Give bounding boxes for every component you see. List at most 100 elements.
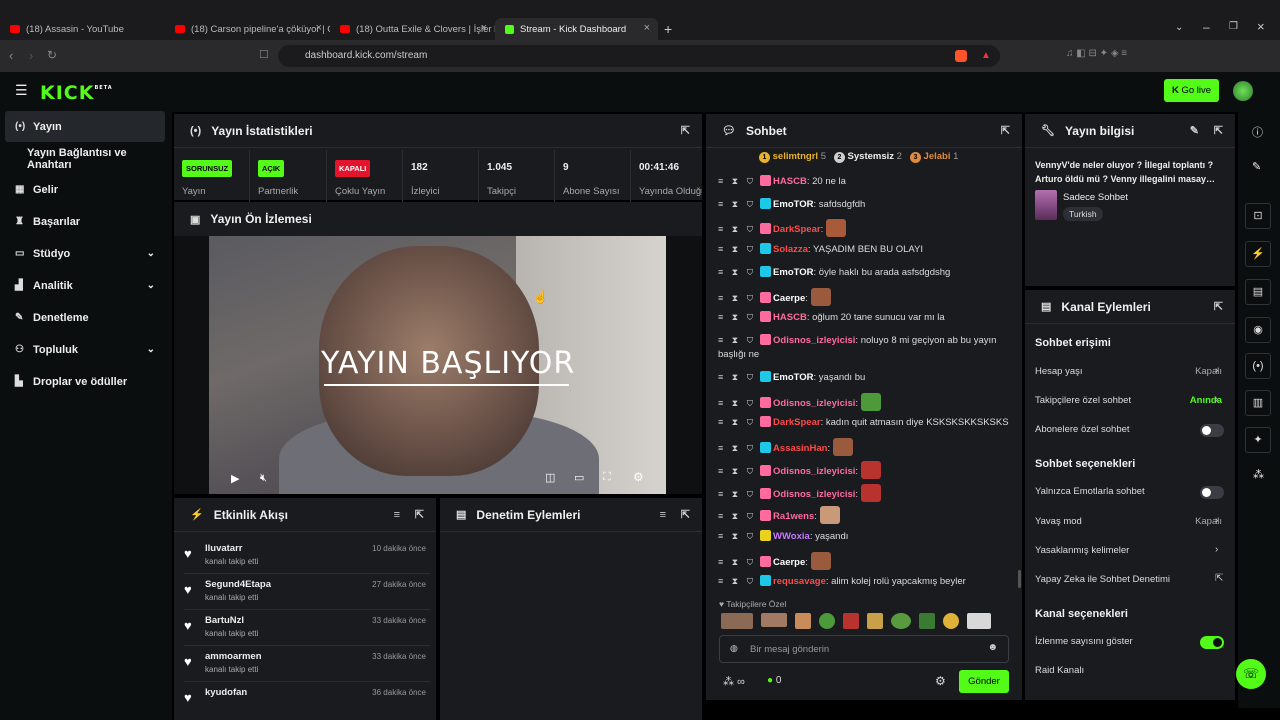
mod-tools-icon[interactable]: ≡ ⧗ ⛉ xyxy=(718,398,756,408)
settings-icon[interactable]: ⚙ xyxy=(633,470,644,484)
chat-username[interactable]: Solazza xyxy=(773,244,808,255)
sidebar-item-studio[interactable]: ▭ Stüdyo ⌄ xyxy=(5,238,165,269)
mod-tools-icon[interactable]: ≡ ⧗ ⛉ xyxy=(718,199,756,209)
mod-tools-icon[interactable]: ≡ ⧗ ⛉ xyxy=(718,267,756,277)
emote[interactable] xyxy=(967,613,991,629)
popout-icon[interactable]: ⇱ xyxy=(681,508,690,521)
rail-button-chat[interactable]: ◉ xyxy=(1245,317,1271,343)
banned-words-label[interactable]: Yasaklanmış kelimeler xyxy=(1035,545,1129,556)
mod-tools-icon[interactable]: ≡ ⧗ ⛉ xyxy=(718,531,756,541)
edit-icon[interactable]: ✎ xyxy=(1252,160,1261,173)
minimize-icon[interactable]: – xyxy=(1203,20,1210,34)
sidebar-item-analytics[interactable]: ▟ Analitik ⌄ xyxy=(5,270,165,301)
close-icon[interactable]: × xyxy=(316,22,322,34)
mod-tools-icon[interactable]: ≡ ⧗ ⛉ xyxy=(718,443,756,453)
rail-button-moderation[interactable]: ▤ xyxy=(1245,279,1271,305)
emote[interactable] xyxy=(891,613,911,629)
mod-tools-icon[interactable]: ≡ ⧗ ⛉ xyxy=(718,576,756,586)
chat-username[interactable]: DarkSpear xyxy=(773,417,821,428)
chat-username[interactable]: AssasinHan xyxy=(773,443,827,454)
chat-username[interactable]: Odisnos_izleyicisi xyxy=(773,489,855,500)
chat-settings-icon[interactable]: ⚙ xyxy=(935,674,946,688)
emote[interactable] xyxy=(943,613,959,629)
mod-tools-icon[interactable]: ≡ ⧗ ⛉ xyxy=(718,244,756,254)
chat-emote[interactable] xyxy=(860,393,881,411)
emote[interactable] xyxy=(721,613,753,629)
popout-icon[interactable]: ⇱ xyxy=(1214,300,1223,313)
emote[interactable] xyxy=(795,613,811,629)
mod-tools-icon[interactable]: ≡ ⧗ ⛉ xyxy=(718,557,756,567)
show-viewers-toggle[interactable] xyxy=(1200,636,1224,649)
chevron-right-icon[interactable]: › xyxy=(1215,394,1218,405)
account-age-label[interactable]: Hesap yaşı xyxy=(1035,366,1083,377)
mod-tools-icon[interactable]: ≡ ⧗ ⛉ xyxy=(718,312,756,322)
mute-icon[interactable]: 🔇︎ xyxy=(260,472,267,485)
mod-tools-icon[interactable]: ≡ ⧗ ⛉ xyxy=(718,224,756,234)
browser-tab-active[interactable]: Stream - Kick Dashboard × xyxy=(495,18,658,40)
filter-icon[interactable]: ≡ xyxy=(394,509,400,521)
window-close-icon[interactable]: × xyxy=(1257,19,1265,34)
chat-username[interactable]: Odisnos_izleyicisi xyxy=(773,398,855,409)
chat-emote[interactable] xyxy=(819,506,840,524)
popout-icon[interactable]: ⇱ xyxy=(1214,124,1223,137)
emote[interactable] xyxy=(843,613,859,629)
emote[interactable] xyxy=(819,613,835,629)
emote[interactable] xyxy=(867,613,883,629)
chat-username[interactable]: Odisnos_izleyicisi xyxy=(773,466,855,477)
category-name[interactable]: Sadece Sohbet xyxy=(1063,192,1128,203)
forward-icon[interactable]: › xyxy=(29,48,33,63)
community-icon[interactable]: ⁂ xyxy=(1253,468,1264,481)
chat-scrollbar[interactable] xyxy=(1018,570,1021,588)
tab-search-icon[interactable]: ⌄ xyxy=(1175,22,1183,33)
sidebar-item-moderation[interactable]: ✎ Denetleme xyxy=(5,302,165,333)
emote[interactable] xyxy=(919,613,935,629)
chat-username[interactable]: Caerpe xyxy=(773,557,805,568)
chevron-right-icon[interactable]: › xyxy=(1215,365,1218,376)
extensions-icon[interactable]: ♫ ◧ ⊟ ✦ ◈ ≡ xyxy=(1066,48,1127,59)
followers-chat-label[interactable]: Takipçilere özel sohbet xyxy=(1035,395,1131,406)
chat-username[interactable]: WWoxia xyxy=(773,531,810,542)
sidebar-item-stream[interactable]: (•) Yayın xyxy=(5,111,165,142)
mod-tools-icon[interactable]: ≡ ⧗ ⛉ xyxy=(718,176,756,186)
mod-tools-icon[interactable]: ≡ ⧗ ⛉ xyxy=(718,466,756,476)
users-icon[interactable]: ⁂ ∞ xyxy=(723,675,745,688)
chat-username[interactable]: HASCB xyxy=(773,176,807,187)
rail-button-activity[interactable]: ⚡ xyxy=(1245,241,1271,267)
sidebar-item-community[interactable]: ⚇ Topluluk ⌄ xyxy=(5,334,165,365)
url-input[interactable]: dashboard.kick.com/stream xyxy=(278,45,1000,67)
rail-button-info[interactable]: ✦ xyxy=(1245,427,1271,453)
chat-username[interactable]: DarkSpear xyxy=(773,224,821,235)
chat-emote[interactable] xyxy=(825,219,846,237)
chat-emote[interactable] xyxy=(832,438,853,456)
subs-chat-toggle[interactable] xyxy=(1200,424,1224,437)
external-link-icon[interactable]: ⇱ xyxy=(1215,573,1223,584)
chevron-right-icon[interactable]: › xyxy=(1215,515,1218,526)
support-chat-icon[interactable]: ☏ xyxy=(1236,659,1266,689)
browser-tab[interactable]: (18) Carson pipeline'a çöküyor | Cars× xyxy=(165,18,330,40)
mod-tools-icon[interactable]: ≡ ⧗ ⛉ xyxy=(718,335,756,345)
emote[interactable] xyxy=(761,613,787,627)
send-button[interactable]: Gönder xyxy=(959,670,1009,693)
menu-icon[interactable]: ☰ xyxy=(15,82,28,99)
kick-logo[interactable]: KICKBETA xyxy=(40,82,113,104)
close-icon[interactable]: × xyxy=(644,22,650,34)
popout-icon[interactable]: ⇱ xyxy=(681,124,690,137)
raid-channel-label[interactable]: Raid Kanalı xyxy=(1035,665,1084,676)
video-player[interactable]: YAYIN BAŞLIYOR ▶ 🔇︎ ◫ ▭ ⛶ ⚙ xyxy=(209,236,666,494)
rail-button-actions[interactable]: ▥ xyxy=(1245,390,1271,416)
bookmark-icon[interactable]: ☐ xyxy=(259,48,269,61)
theater-icon[interactable]: ▭ xyxy=(574,471,584,484)
popout-icon[interactable]: ⇱ xyxy=(1001,124,1010,137)
play-icon[interactable]: ▶ xyxy=(231,472,239,485)
back-icon[interactable]: ‹ xyxy=(9,48,13,63)
emoji-icon[interactable]: ☻ xyxy=(987,642,998,653)
chat-emote[interactable] xyxy=(860,484,881,502)
mod-tools-icon[interactable]: ≡ ⧗ ⛉ xyxy=(718,489,756,499)
mod-tools-icon[interactable]: ≡ ⧗ ⛉ xyxy=(718,417,756,427)
info-icon[interactable]: ⓘ xyxy=(1252,124,1263,140)
close-icon[interactable]: × xyxy=(481,22,487,34)
sidebar-item-achievements[interactable]: ♜ Başarılar xyxy=(5,206,165,237)
chat-emote[interactable] xyxy=(810,288,831,306)
ai-moderation-label[interactable]: Yapay Zeka ile Sohbet Denetimi xyxy=(1035,574,1170,585)
maximize-icon[interactable]: ❐ xyxy=(1229,21,1238,32)
